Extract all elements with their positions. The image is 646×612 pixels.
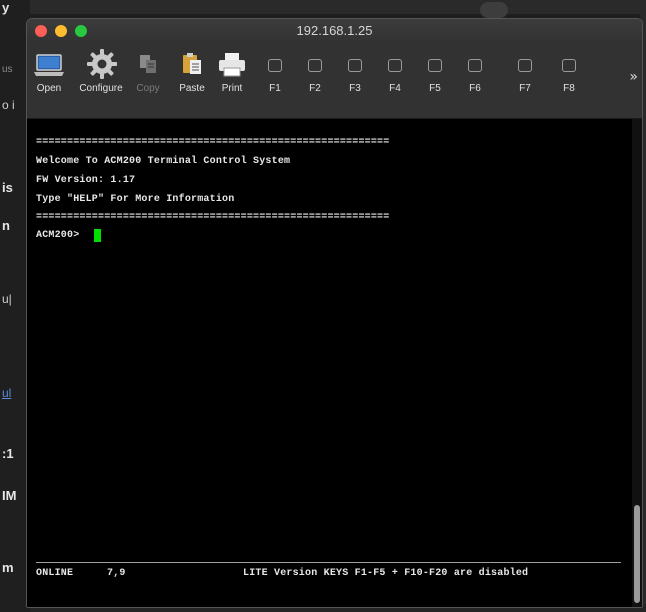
desktop: y us o i is n u| ul :1 IM m 192.168.1.25 [0, 0, 646, 612]
function-key-icon [459, 47, 491, 81]
terminal-line: ========================================… [36, 212, 390, 223]
paste-label: Paste [179, 83, 205, 94]
copy-icon [132, 47, 164, 81]
background-text: is [2, 180, 13, 195]
background-text: us [2, 64, 13, 75]
background-text: IM [2, 488, 17, 503]
function-key-icon [339, 47, 371, 81]
terminal-line: Welcome To ACM200 Terminal Control Syste… [36, 156, 291, 167]
toolbar-overflow-button[interactable]: » [629, 69, 638, 85]
f3-key-button[interactable]: F3 [339, 47, 371, 103]
scrollbar-thumb[interactable] [634, 505, 640, 603]
terminal-cursor [94, 229, 101, 242]
toolbar: Open Configure Copy Paste Print F1 F2 F3… [27, 41, 642, 119]
background-text: n [2, 218, 10, 233]
function-key-icon [419, 47, 451, 81]
background-text: o i [2, 98, 15, 112]
background-menubar [30, 0, 646, 14]
terminal-prompt: ACM200> [36, 230, 80, 241]
function-key-icon [509, 47, 541, 81]
background-link[interactable]: ul [2, 386, 11, 400]
f4-label: F4 [389, 83, 401, 94]
f2-key-button[interactable]: F2 [299, 47, 331, 103]
copy-button[interactable]: Copy [129, 47, 167, 103]
f7-label: F7 [519, 83, 531, 94]
configure-button[interactable]: Configure [75, 47, 127, 103]
background-text: u| [2, 292, 12, 306]
function-key-icon [299, 47, 331, 81]
f8-label: F8 [563, 83, 575, 94]
function-key-icon [379, 47, 411, 81]
copy-label: Copy [136, 83, 160, 94]
background-text: m [2, 560, 14, 575]
f8-key-button[interactable]: F8 [553, 47, 585, 103]
clipboard-icon [176, 47, 208, 81]
f1-key-button[interactable]: F1 [259, 47, 291, 103]
terminal-line: Type "HELP" For More Information [36, 194, 235, 205]
f2-label: F2 [309, 83, 321, 94]
f5-label: F5 [429, 83, 441, 94]
terminal-screen[interactable]: ========================================… [27, 119, 633, 607]
printer-icon [216, 47, 248, 81]
print-label: Print [221, 83, 243, 94]
function-key-icon [553, 47, 585, 81]
gear-icon [85, 47, 117, 81]
configure-label: Configure [79, 83, 123, 94]
window-title: 192.168.1.25 [296, 23, 373, 38]
f1-label: F1 [269, 83, 281, 94]
f3-label: F3 [349, 83, 361, 94]
terminal-line: FW Version: 1.17 [36, 175, 136, 186]
terminal-line: ========================================… [36, 137, 390, 148]
paste-button[interactable]: Paste [173, 47, 211, 103]
background-text: y [2, 0, 10, 15]
terminal-window: 192.168.1.25 Open Configure Copy Paste P… [26, 18, 643, 608]
background-text: :1 [2, 446, 14, 461]
print-button[interactable]: Print [213, 47, 251, 103]
function-key-icon [259, 47, 291, 81]
f5-key-button[interactable]: F5 [419, 47, 451, 103]
status-separator [36, 562, 621, 563]
status-message: LITE Version KEYS F1-F5 + F10-F20 are di… [243, 568, 529, 579]
background-avatar [480, 2, 508, 18]
scrollbar[interactable] [632, 119, 642, 607]
f6-key-button[interactable]: F6 [459, 47, 491, 103]
open-label: Open [36, 83, 62, 94]
status-online: ONLINE [36, 568, 74, 579]
f7-key-button[interactable]: F7 [509, 47, 541, 103]
laptop-icon [33, 47, 65, 81]
f6-label: F6 [469, 83, 481, 94]
title-bar[interactable]: 192.168.1.25 [27, 19, 642, 41]
open-button[interactable]: Open [27, 47, 71, 103]
f4-key-button[interactable]: F4 [379, 47, 411, 103]
cursor-position: 7,9 [107, 568, 126, 579]
